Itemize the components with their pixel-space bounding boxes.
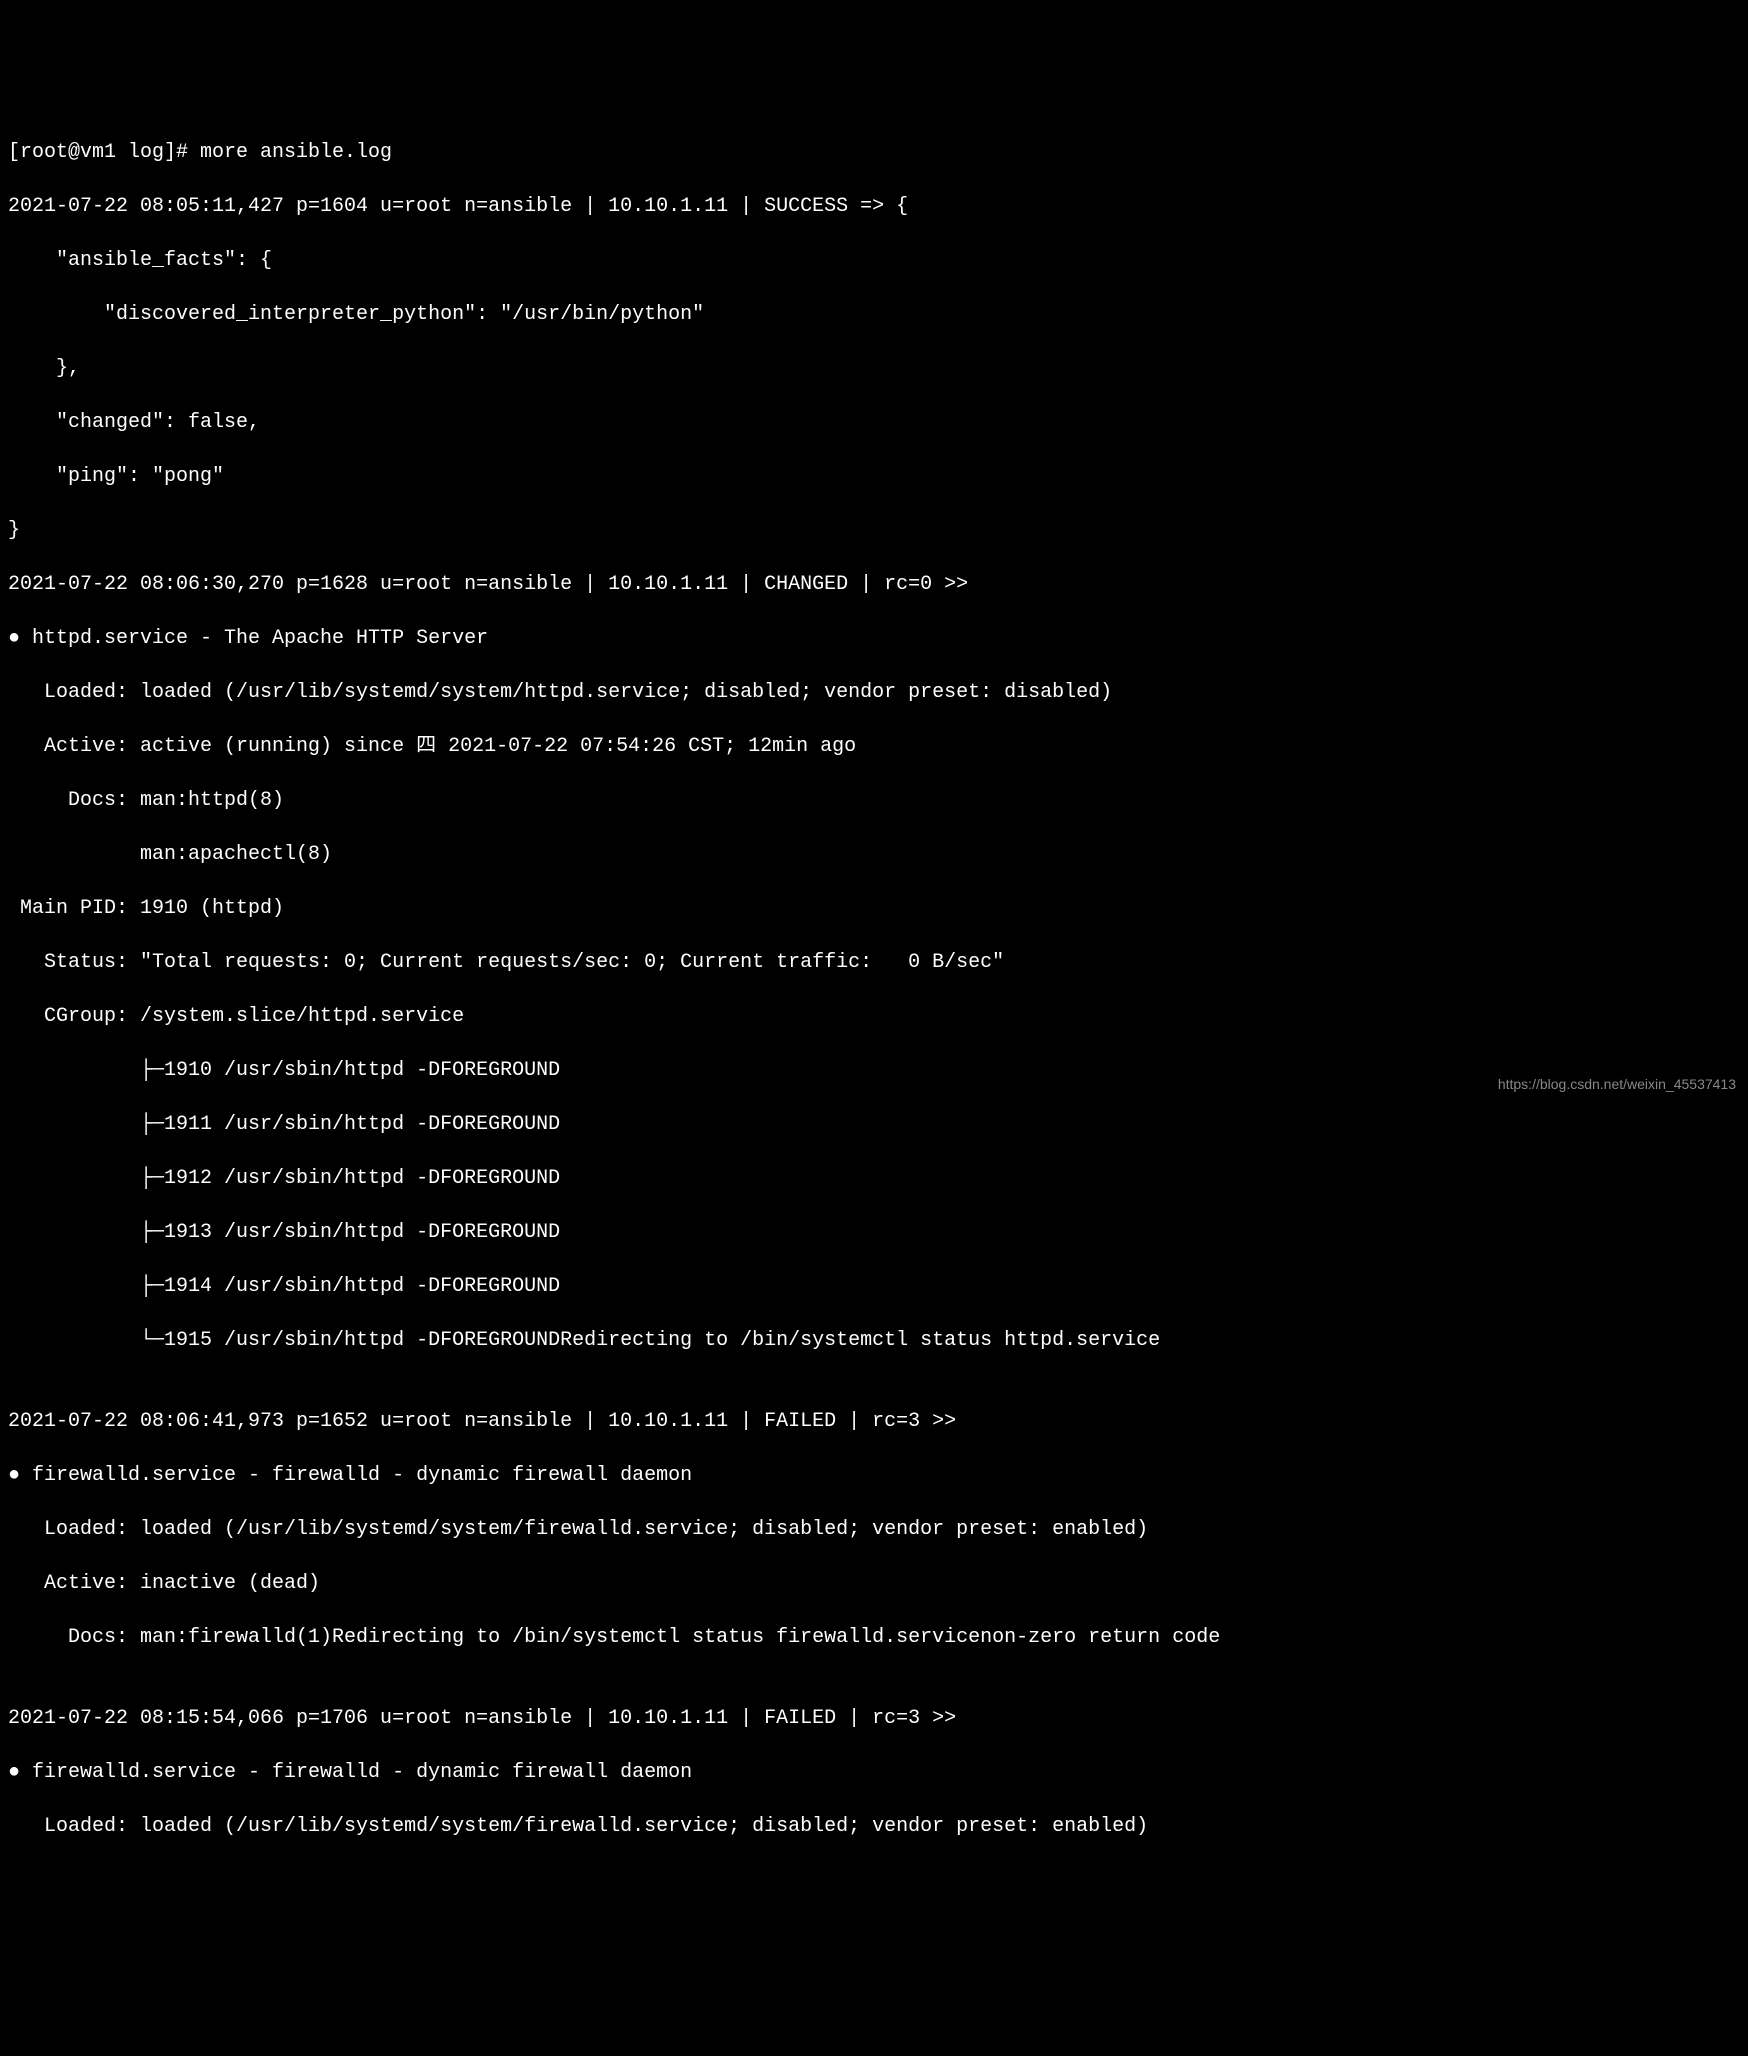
- log-line: Docs: man:firewalld(1)Redirecting to /bi…: [8, 1624, 1740, 1651]
- log-line: Loaded: loaded (/usr/lib/systemd/system/…: [8, 1516, 1740, 1543]
- log-line: ├─1912 /usr/sbin/httpd -DFOREGROUND: [8, 1165, 1740, 1192]
- log-line: └─1915 /usr/sbin/httpd -DFOREGROUNDRedir…: [8, 1327, 1740, 1354]
- log-line: ├─1910 /usr/sbin/httpd -DFOREGROUND: [8, 1057, 1740, 1084]
- log-line: Loaded: loaded (/usr/lib/systemd/system/…: [8, 1813, 1740, 1840]
- log-line: 2021-07-22 08:06:30,270 p=1628 u=root n=…: [8, 571, 1740, 598]
- log-line: Active: inactive (dead): [8, 1570, 1740, 1597]
- log-line: "ping": "pong": [8, 463, 1740, 490]
- log-line: ● firewalld.service - firewalld - dynami…: [8, 1462, 1740, 1489]
- log-line: "discovered_interpreter_python": "/usr/b…: [8, 301, 1740, 328]
- log-line: 2021-07-22 08:05:11,427 p=1604 u=root n=…: [8, 193, 1740, 220]
- log-line: "changed": false,: [8, 409, 1740, 436]
- log-line: Loaded: loaded (/usr/lib/systemd/system/…: [8, 679, 1740, 706]
- log-line: Status: "Total requests: 0; Current requ…: [8, 949, 1740, 976]
- log-line: },: [8, 355, 1740, 382]
- log-line: CGroup: /system.slice/httpd.service: [8, 1003, 1740, 1030]
- log-line: man:apachectl(8): [8, 841, 1740, 868]
- shell-prompt-line: [root@vm1 log]# more ansible.log: [8, 139, 1740, 166]
- log-line: ● firewalld.service - firewalld - dynami…: [8, 1759, 1740, 1786]
- log-line: ● httpd.service - The Apache HTTP Server: [8, 625, 1740, 652]
- log-line: 2021-07-22 08:06:41,973 p=1652 u=root n=…: [8, 1408, 1740, 1435]
- log-line: 2021-07-22 08:15:54,066 p=1706 u=root n=…: [8, 1705, 1740, 1732]
- log-line: Main PID: 1910 (httpd): [8, 895, 1740, 922]
- log-line: "ansible_facts": {: [8, 247, 1740, 274]
- log-line: }: [8, 517, 1740, 544]
- log-line: ├─1911 /usr/sbin/httpd -DFOREGROUND: [8, 1111, 1740, 1138]
- log-line: Active: active (running) since 四 2021-07…: [8, 733, 1740, 760]
- terminal-output: [root@vm1 log]# more ansible.log 2021-07…: [8, 112, 1740, 1867]
- watermark-text: https://blog.csdn.net/weixin_45537413: [1498, 1075, 1736, 1094]
- log-line: ├─1913 /usr/sbin/httpd -DFOREGROUND: [8, 1219, 1740, 1246]
- log-line: Docs: man:httpd(8): [8, 787, 1740, 814]
- log-line: ├─1914 /usr/sbin/httpd -DFOREGROUND: [8, 1273, 1740, 1300]
